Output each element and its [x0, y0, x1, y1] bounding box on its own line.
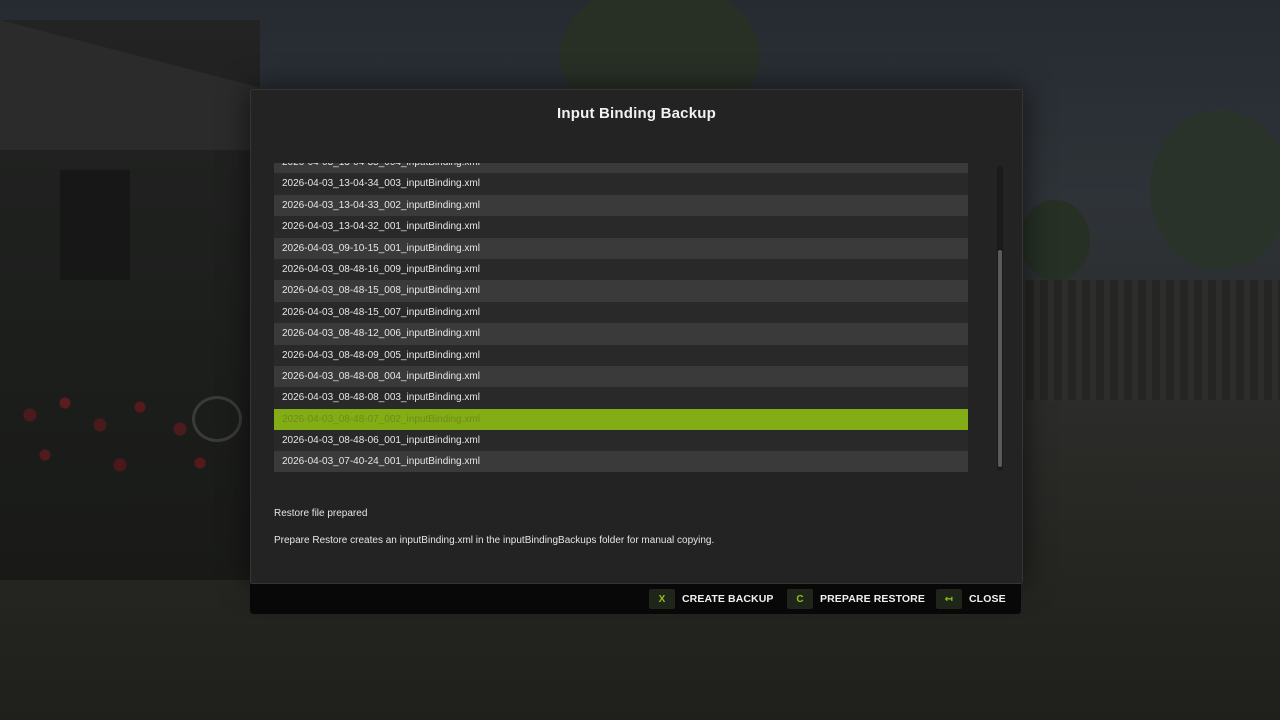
- list-item[interactable]: 2026-04-03_08-48-09_005_inputBinding.xml: [274, 344, 968, 366]
- barn-door: [60, 170, 130, 280]
- list-item[interactable]: 2026-04-03_13-04-34_003_inputBinding.xml: [274, 173, 968, 195]
- wheel-decoration: [192, 396, 242, 442]
- prepare-restore-label: PREPARE RESTORE: [820, 593, 925, 605]
- key-hint-x: X: [649, 589, 675, 609]
- close-button[interactable]: ↤ CLOSE: [936, 589, 1006, 609]
- list-item[interactable]: 2026-04-03_09-10-15_001_inputBinding.xml: [274, 237, 968, 259]
- back-key-icon: ↤: [936, 589, 962, 609]
- prepare-restore-button[interactable]: C PREPARE RESTORE: [787, 589, 925, 609]
- tree: [1150, 110, 1280, 270]
- backup-file-list: 2026-04-03_13-04-35_004_inputBinding.xml…: [274, 163, 968, 472]
- status-message: Restore file prepared: [274, 508, 368, 519]
- list-item[interactable]: 2026-04-03_08-48-15_008_inputBinding.xml: [274, 280, 968, 302]
- list-item[interactable]: 2026-04-03_08-48-12_006_inputBinding.xml: [274, 323, 968, 345]
- create-backup-button[interactable]: X CREATE BACKUP: [649, 589, 774, 609]
- list-item[interactable]: 2026-04-03_08-48-08_003_inputBinding.xml: [274, 387, 968, 409]
- dialog-title: Input Binding Backup: [557, 105, 716, 122]
- scrollbar-thumb[interactable]: [998, 250, 1002, 467]
- button-bar: X CREATE BACKUP C PREPARE RESTORE ↤ CLOS…: [250, 584, 1021, 614]
- list-scrollbar[interactable]: [997, 166, 1003, 471]
- list-item[interactable]: 2026-04-03_13-04-35_004_inputBinding.xml: [274, 163, 968, 174]
- list-item[interactable]: 2026-04-03_08-48-08_004_inputBinding.xml: [274, 365, 968, 388]
- list-item[interactable]: 2026-04-03_07-40-24_001_inputBinding.xml: [274, 451, 968, 472]
- tree: [1020, 200, 1090, 280]
- backup-file-list-viewport: 2026-04-03_13-04-35_004_inputBinding.xml…: [274, 163, 968, 472]
- flower-bed: [10, 385, 230, 505]
- list-item[interactable]: 2026-04-03_08-48-06_001_inputBinding.xml: [274, 430, 968, 452]
- list-item-selected[interactable]: 2026-04-03_08-48-07_002_inputBinding.xml: [274, 408, 968, 431]
- key-hint-c: C: [787, 589, 813, 609]
- list-item[interactable]: 2026-04-03_13-04-33_002_inputBinding.xml: [274, 194, 968, 217]
- list-item[interactable]: 2026-04-03_13-04-32_001_inputBinding.xml: [274, 216, 968, 238]
- list-item[interactable]: 2026-04-03_08-48-16_009_inputBinding.xml: [274, 258, 968, 281]
- close-label: CLOSE: [969, 593, 1006, 605]
- fence: [1020, 280, 1280, 400]
- create-backup-label: CREATE BACKUP: [682, 593, 774, 605]
- list-item[interactable]: 2026-04-03_08-48-15_007_inputBinding.xml: [274, 301, 968, 324]
- help-text: Prepare Restore creates an inputBinding.…: [274, 535, 715, 546]
- input-binding-backup-dialog: Input Binding Backup 2026-04-03_13-04-35…: [250, 89, 1023, 584]
